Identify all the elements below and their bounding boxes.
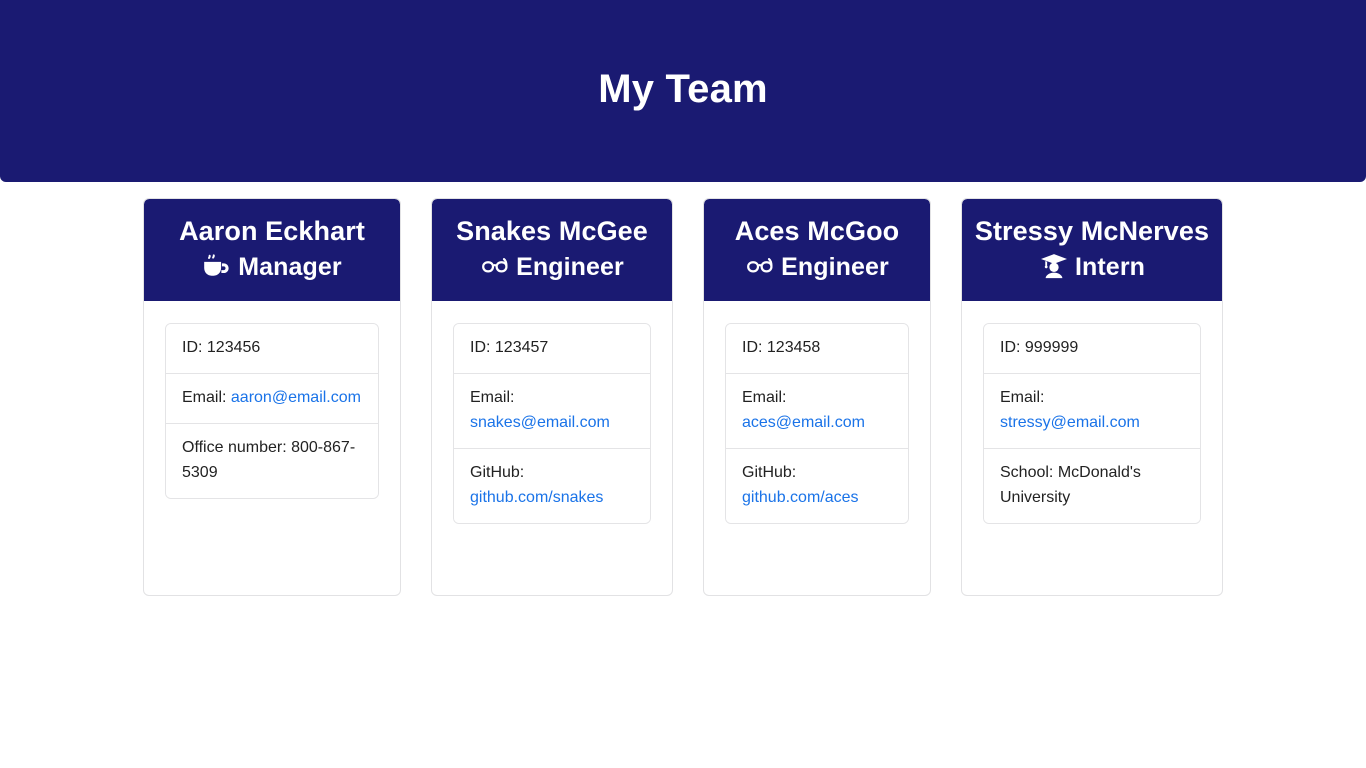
detail-label: GitHub: xyxy=(470,463,525,481)
card-body: ID: 999999 Email: stressy@email.com School… xyxy=(962,301,1222,595)
team-member-card: Stressy McNerves Intern ID: 999999 Email: s… xyxy=(961,198,1223,596)
member-role: Intern xyxy=(972,250,1212,285)
detail-link[interactable]: snakes@email.com xyxy=(470,414,610,431)
detail-label: ID: xyxy=(742,338,767,356)
detail-label: ID: xyxy=(470,338,495,356)
card-body: ID: 123458 Email: aces@email.com GitHub: g… xyxy=(704,301,930,595)
member-name: Aces McGoo xyxy=(734,216,900,246)
detail-value: 123457 xyxy=(494,338,549,356)
detail-link[interactable]: stressy@email.com xyxy=(1000,414,1140,431)
detail-link[interactable]: aces@email.com xyxy=(742,414,865,431)
detail-label: School: xyxy=(1000,463,1058,481)
member-detail-item: Email: aces@email.com xyxy=(726,372,908,448)
coffee-mug-icon xyxy=(202,253,232,279)
member-detail-item: ID: 123457 xyxy=(454,323,650,373)
member-name: Snakes McGee xyxy=(456,216,648,246)
detail-value: 123458 xyxy=(766,338,821,356)
card-body: ID: 123457 Email: snakes@email.com GitHub:… xyxy=(432,301,672,595)
member-role: Engineer xyxy=(442,250,662,285)
member-detail-list: ID: 123458 Email: aces@email.com GitHub: g… xyxy=(725,322,909,524)
card-header: Stressy McNerves Intern xyxy=(962,199,1222,301)
member-detail-item: ID: 123458 xyxy=(726,323,908,373)
detail-label: Email: xyxy=(182,388,231,406)
member-detail-list: ID: 123457 Email: snakes@email.com GitHub:… xyxy=(453,322,651,524)
detail-link[interactable]: aaron@email.com xyxy=(231,389,361,406)
member-detail-item: GitHub: github.com/aces xyxy=(726,447,908,523)
member-detail-item: Email: stressy@email.com xyxy=(984,372,1200,448)
detail-label: Email: xyxy=(470,388,515,406)
member-name: Aaron Eckhart xyxy=(179,216,365,246)
page-title: My Team xyxy=(598,67,768,111)
member-role: Manager xyxy=(154,250,390,285)
member-role-label: Engineer xyxy=(781,253,889,282)
member-detail-item: School: McDonald's University xyxy=(984,447,1200,523)
member-role-label: Manager xyxy=(238,253,342,282)
detail-label: ID: xyxy=(182,338,207,356)
detail-label: ID: xyxy=(1000,338,1025,356)
team-member-card: Aaron Eckhart Manager ID: 123456 Email: aar… xyxy=(143,198,401,596)
glasses-icon xyxy=(480,253,510,279)
member-name: Stressy McNerves xyxy=(974,216,1210,246)
team-member-card: Snakes McGee Engineer ID: 123457 Email: sna… xyxy=(431,198,673,596)
member-detail-item: Office number: 800-867-5309 xyxy=(166,422,378,498)
detail-label: Office number: xyxy=(182,438,292,456)
detail-value: 999999 xyxy=(1024,338,1079,356)
detail-link[interactable]: github.com/aces xyxy=(742,489,859,506)
member-role: Engineer xyxy=(714,250,920,285)
member-detail-list: ID: 999999 Email: stressy@email.com School… xyxy=(983,322,1201,524)
team-member-card: Aces McGoo Engineer ID: 123458 Email: aces@… xyxy=(703,198,931,596)
member-detail-list: ID: 123456 Email: aaron@email.com Office n… xyxy=(165,322,379,499)
card-body: ID: 123456 Email: aaron@email.com Office n… xyxy=(144,301,400,595)
member-detail-item: GitHub: github.com/snakes xyxy=(454,447,650,523)
member-detail-item: Email: aaron@email.com xyxy=(166,372,378,423)
member-detail-item: Email: snakes@email.com xyxy=(454,372,650,448)
detail-label: Email: xyxy=(742,388,787,406)
page-banner: My Team xyxy=(0,0,1366,182)
member-detail-item: ID: 123456 xyxy=(166,323,378,373)
card-header: Aaron Eckhart Manager xyxy=(144,199,400,301)
team-card-deck: Aaron Eckhart Manager ID: 123456 Email: aar… xyxy=(0,182,1366,596)
member-role-label: Engineer xyxy=(516,253,624,282)
graduate-student-icon xyxy=(1039,253,1069,279)
card-header: Aces McGoo Engineer xyxy=(704,199,930,301)
member-role-label: Intern xyxy=(1074,253,1146,282)
detail-link[interactable]: github.com/snakes xyxy=(470,489,603,506)
detail-value: 123456 xyxy=(206,338,261,356)
glasses-icon xyxy=(745,253,775,279)
detail-label: GitHub: xyxy=(742,463,797,481)
detail-label: Email: xyxy=(1000,388,1045,406)
member-detail-item: ID: 999999 xyxy=(984,323,1200,373)
card-header: Snakes McGee Engineer xyxy=(432,199,672,301)
